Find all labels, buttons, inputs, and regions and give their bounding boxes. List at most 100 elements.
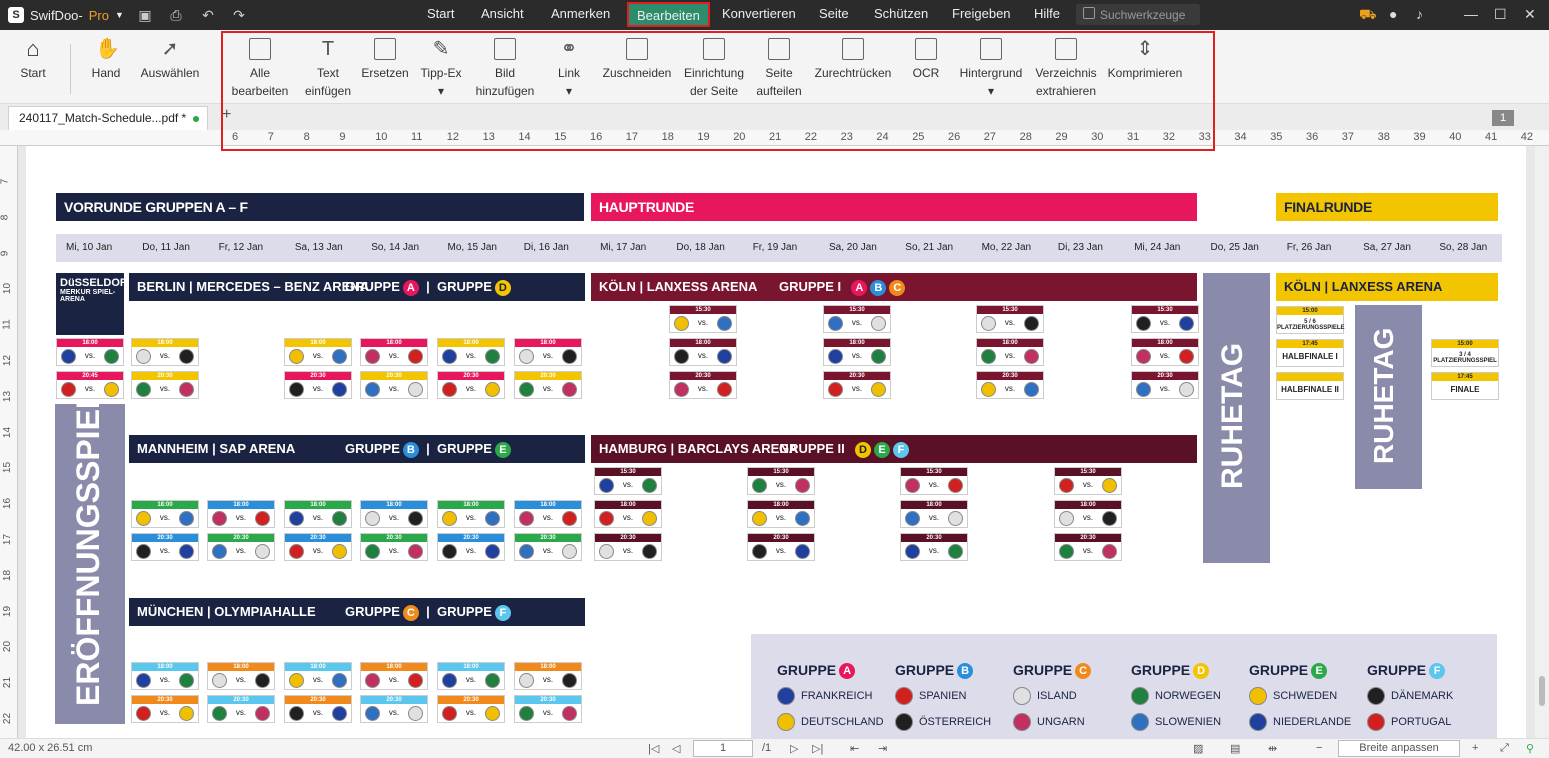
match-time: 20:30 (285, 696, 351, 704)
new-tab-icon[interactable]: + (222, 106, 231, 124)
deskew-button[interactable]: Zurechtrücken (810, 38, 896, 82)
print-icon[interactable]: ⎙ (167, 6, 185, 24)
match-time: 18:00 (1055, 501, 1121, 509)
match-time: 20:30 (824, 372, 890, 380)
team-flag-icon (179, 706, 194, 721)
match-time: 18:00 (515, 663, 581, 671)
team-name: ÖSTERREICH (919, 716, 992, 729)
maximize-icon[interactable]: ☐ (1494, 6, 1507, 23)
match-time: 18:00 (515, 501, 581, 509)
prev-page-icon[interactable]: ◁ (672, 742, 680, 755)
menu-start[interactable]: Start (427, 6, 454, 21)
rotate-right-icon[interactable]: ⇥ (878, 742, 887, 755)
replace-button[interactable]: Ersetzen (360, 38, 410, 82)
ruler-tick: 17 (2, 533, 14, 546)
date-label: Do, 25 Jan (1210, 242, 1259, 253)
document-tab[interactable]: 240117_Match-Schedule...pdf * (8, 106, 208, 130)
menu-hilfe[interactable]: Hilfe (1034, 6, 1060, 21)
ruler-tick: 22 (2, 712, 14, 725)
extract-toc-button[interactable]: Verzeichnis extrahieren (1032, 38, 1100, 100)
zoom-in-icon[interactable]: + (1472, 742, 1478, 754)
muenchen-label: MÜNCHEN | OLYMPIAHALLE (137, 604, 316, 619)
vertical-scrollbar[interactable] (1535, 146, 1549, 738)
background-button[interactable]: Hintergrund ▾ (954, 38, 1028, 100)
save-icon[interactable]: ▣ (136, 6, 154, 24)
match-time: 20:30 (361, 534, 427, 542)
match-time: 20:30 (285, 534, 351, 542)
match-card: 20:30 vs. (207, 695, 275, 723)
menu-bearbeiten[interactable]: Bearbeiten (627, 2, 710, 27)
zoom-out-icon[interactable]: − (1316, 742, 1322, 754)
hand-tool[interactable]: ✋ Hand (86, 38, 126, 82)
last-page-icon[interactable]: ▷| (812, 742, 823, 755)
next-page-icon[interactable]: ▷ (790, 742, 798, 755)
fit-mode-icon[interactable]: ⇹ (1268, 742, 1277, 755)
redo-icon[interactable]: ↷ (230, 6, 248, 24)
split-page-button[interactable]: Seite aufteilen (752, 38, 806, 100)
match-time: 20:30 (901, 534, 967, 542)
match-time: 18:00 (438, 501, 504, 509)
koeln-final-venue: KÖLN | LANXESS ARENA (1276, 273, 1498, 301)
app-logo[interactable]: S SwifDoo- Pro ▼ (8, 7, 124, 23)
whiteout-button[interactable]: ✎ Tipp-Ex ▾ (416, 38, 466, 100)
search-tools-input[interactable]: Suchwerkzeuge (1076, 4, 1200, 25)
zoom-select[interactable]: Breite anpassen (1338, 740, 1460, 757)
fullscreen-icon[interactable]: ⤢ (1500, 742, 1509, 755)
date-label: Sa, 20 Jan (829, 242, 877, 253)
select-tool[interactable]: ➚ Auswählen (138, 38, 202, 82)
page-setup-button[interactable]: Einrichtung der Seite (680, 38, 748, 100)
menu-freigeben[interactable]: Freigeben (952, 6, 1011, 21)
match-card: 20:30 vs. (669, 371, 737, 399)
match-time: 18:00 (208, 663, 274, 671)
team-flag-icon (1024, 316, 1039, 331)
team-name: ISLAND (1037, 690, 1077, 703)
match-time: 20:30 (595, 534, 661, 542)
link-button[interactable]: ⚭ Link ▾ (548, 38, 590, 100)
menu-anmerken[interactable]: Anmerken (551, 6, 610, 21)
tool-label-2: einfügen (304, 84, 352, 98)
document-canvas[interactable]: VORRUNDE GRUPPEN A – F HAUPTRUNDE FINALR… (18, 146, 1535, 738)
close-icon[interactable]: ✕ (1524, 6, 1536, 23)
rotate-left-icon[interactable]: ⇤ (850, 742, 859, 755)
match-time: 18:00 (285, 501, 351, 509)
legend-group-badge: E (1311, 663, 1328, 680)
team-flag-icon (332, 706, 347, 721)
app-menu-chevron-icon[interactable]: ▼ (115, 10, 124, 20)
menu-ansicht[interactable]: Ansicht (481, 6, 524, 21)
notification-bell-icon[interactable]: ♪ (1416, 6, 1423, 22)
page-number-input[interactable]: 1 (693, 740, 753, 757)
match-time: 18:00 (132, 663, 198, 671)
team-flag-icon (179, 349, 194, 364)
crop-button[interactable]: Zuschneiden (600, 38, 674, 82)
cart-icon[interactable]: ⛟ (1359, 6, 1377, 25)
match-time: 18:00 (901, 501, 967, 509)
menu-seite[interactable]: Seite (819, 6, 849, 21)
menu-konvertieren[interactable]: Konvertieren (722, 6, 796, 21)
start-tool[interactable]: ⌂ Start (14, 38, 52, 82)
menu-schuetzen[interactable]: Schützen (874, 6, 928, 21)
pin-icon[interactable]: ⚲ (1526, 742, 1534, 755)
team-flag-icon (255, 544, 270, 559)
add-image-button[interactable]: Bild hinzufügen (472, 38, 538, 100)
document-tab-bar: 240117_Match-Schedule...pdf * (0, 104, 1549, 130)
ruler-tick: 13 (2, 390, 14, 402)
legend-group-badge: B (957, 663, 974, 680)
team-flag-icon (179, 382, 194, 397)
ocr-button[interactable]: OCR (906, 38, 946, 82)
view-mode-icon[interactable]: ▨ (1193, 742, 1203, 755)
gruppe-label: GRUPPE (345, 604, 400, 619)
page-layout-icon[interactable]: ▤ (1230, 742, 1240, 755)
match-card: 20:30 vs. (594, 533, 662, 561)
insert-text-button[interactable]: T Text einfügen (300, 38, 356, 100)
ruler-tick: 28 (1019, 131, 1032, 143)
compress-button[interactable]: ⇕ Komprimieren (1104, 38, 1186, 82)
team-flag-icon (717, 349, 732, 364)
first-page-icon[interactable]: |◁ (648, 742, 659, 755)
minimize-icon[interactable]: — (1464, 6, 1478, 22)
scroll-thumb[interactable] (1539, 676, 1545, 706)
eraser-icon: ✎ (432, 38, 450, 60)
undo-icon[interactable]: ↶ (199, 6, 217, 24)
team-flag-icon (642, 544, 657, 559)
avatar[interactable]: ● (1389, 6, 1397, 22)
legend-group-title: GRUPPE E (1249, 662, 1351, 680)
